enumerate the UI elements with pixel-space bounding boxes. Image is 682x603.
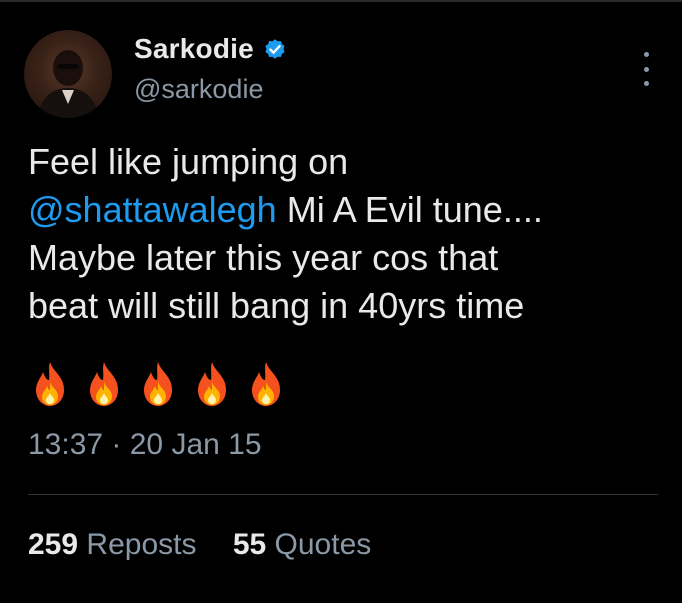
fire-emoji-icon: [82, 360, 126, 410]
dot: [643, 81, 649, 86]
avatar[interactable]: [24, 30, 112, 118]
tweet-text-line-3: Maybe later this year cos that: [28, 237, 499, 278]
tweet-text-line-4: beat will still bang in 40yrs time: [28, 285, 525, 326]
quotes-count: 55: [232, 528, 267, 561]
tweet-timestamp[interactable]: 13:37 · 20 Jan 15: [28, 428, 262, 462]
tweet-text: Feel like jumping on @shattawalegh Mi A …: [28, 138, 658, 330]
emoji-row: [28, 360, 288, 410]
reposts-stat[interactable]: 259 Reposts: [28, 528, 196, 562]
fire-emoji-icon: [190, 360, 234, 410]
tweet-text-line-2: @shattawalegh Mi A Evil tune....: [28, 186, 658, 234]
quotes-label: Quotes: [274, 528, 372, 561]
fire-emoji-icon: [244, 360, 288, 410]
mention-link[interactable]: @shattawalegh: [28, 189, 277, 230]
avatar-portrait-icon: [38, 50, 98, 118]
dot: [643, 66, 649, 72]
display-name[interactable]: Sarkodie: [134, 33, 254, 65]
tweet-text-line-1: Feel like jumping on: [28, 141, 349, 182]
reposts-label: Reposts: [86, 528, 197, 561]
fire-emoji-icon: [136, 360, 180, 410]
verified-badge-icon: [262, 36, 288, 62]
more-options-icon[interactable]: [640, 52, 652, 86]
tweet-header: Sarkodie @sarkodie: [24, 30, 658, 120]
stats-divider: [28, 494, 658, 495]
fire-emoji-icon: [28, 360, 72, 410]
tweet-text-line-2-rest: Mi A Evil tune....: [286, 189, 543, 230]
author-handle[interactable]: @sarkodie: [134, 74, 288, 105]
top-divider: [0, 0, 682, 2]
reposts-count: 259: [28, 528, 79, 561]
engagement-stats: 259 Reposts 55 Quotes: [28, 528, 371, 562]
dot: [643, 52, 649, 57]
quotes-stat[interactable]: 55 Quotes: [233, 528, 371, 562]
display-name-row: Sarkodie: [134, 32, 288, 66]
author-block: Sarkodie @sarkodie: [134, 32, 288, 105]
